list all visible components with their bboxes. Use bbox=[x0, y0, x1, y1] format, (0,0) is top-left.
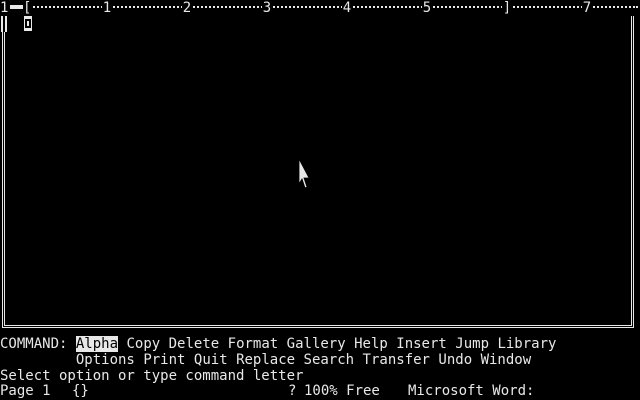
menu-library[interactable]: Library bbox=[497, 336, 556, 352]
scrap-indicator: {} bbox=[72, 383, 89, 399]
page-indicator: Page 1 bbox=[0, 383, 51, 399]
menu-undo[interactable]: Undo bbox=[438, 352, 472, 368]
menu-gallery[interactable]: Gallery bbox=[287, 336, 346, 352]
menu-transfer[interactable]: Transfer bbox=[363, 352, 430, 368]
menu-format[interactable]: Format bbox=[228, 336, 279, 352]
ruler-mark-5: 5 bbox=[422, 0, 432, 16]
mouse-pointer-icon bbox=[298, 158, 310, 189]
menu-help[interactable]: Help bbox=[354, 336, 388, 352]
ruler-mark-3: 3 bbox=[262, 0, 272, 16]
menu-insert[interactable]: Insert bbox=[396, 336, 447, 352]
message-line: Select option or type command letter bbox=[0, 368, 304, 384]
command-menu-row-2: Options Print Quit Replace Search Transf… bbox=[0, 352, 531, 368]
ruler-left-indent-mark: [ bbox=[23, 0, 32, 16]
ruler-right-indent-mark: ] bbox=[502, 0, 512, 16]
document-window[interactable] bbox=[2, 8, 634, 328]
menu-print[interactable]: Print bbox=[143, 352, 185, 368]
menu-alpha[interactable]: Alpha bbox=[75, 336, 119, 352]
menu-search[interactable]: Search bbox=[304, 352, 355, 368]
help-mark: ? bbox=[288, 383, 297, 399]
ruler-mark-4: 4 bbox=[342, 0, 352, 16]
menu-copy[interactable]: Copy bbox=[126, 336, 160, 352]
ruler: 1 [ 1 2 3 4 5 ] 7 bbox=[0, 0, 640, 16]
memory-free-indicator: 100% Free bbox=[304, 383, 380, 399]
command-label: COMMAND: bbox=[0, 336, 68, 352]
menu-options[interactable]: Options bbox=[76, 352, 135, 368]
ruler-mark-1: 1 bbox=[102, 0, 112, 16]
menu-window[interactable]: Window bbox=[481, 352, 532, 368]
menu-delete[interactable]: Delete bbox=[169, 336, 220, 352]
window-number[interactable]: 1 bbox=[0, 0, 10, 16]
command-menu-row-1: COMMAND: Alpha Copy Delete Format Galler… bbox=[0, 336, 556, 352]
app-name: Microsoft Word: bbox=[408, 383, 535, 399]
ruler-mark-2: 2 bbox=[182, 0, 192, 16]
menu-jump[interactable]: Jump bbox=[455, 336, 489, 352]
menu-replace[interactable]: Replace bbox=[236, 352, 295, 368]
word-screen: 1 [ 1 2 3 4 5 ] 7 COMMAND: Alpha Copy De… bbox=[0, 0, 640, 400]
menu-quit[interactable]: Quit bbox=[194, 352, 228, 368]
end-of-document-mark bbox=[24, 16, 32, 31]
ruler-dots bbox=[26, 6, 638, 8]
ruler-mark-7: 7 bbox=[582, 0, 592, 16]
selection-bar-mark bbox=[0, 16, 8, 32]
